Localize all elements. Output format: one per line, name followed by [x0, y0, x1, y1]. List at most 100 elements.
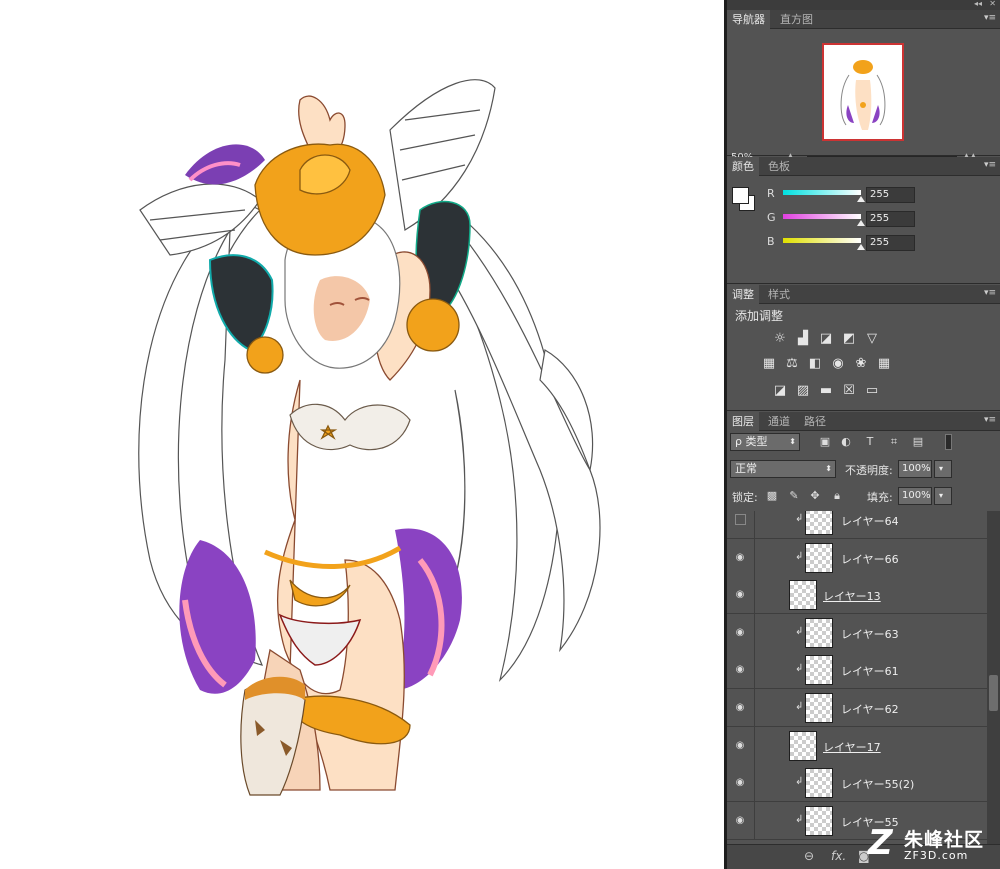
filter-toggle[interactable] — [945, 434, 952, 450]
eye-icon[interactable]: ◉ — [733, 739, 747, 753]
tab-styles[interactable]: 样式 — [763, 285, 795, 304]
panel-menu-icon[interactable]: ▾≡ — [984, 160, 996, 170]
tab-color[interactable]: 颜色 — [727, 157, 759, 176]
opacity-input[interactable]: 100% — [898, 460, 932, 478]
layer-name[interactable]: レイヤー66 — [841, 551, 899, 567]
panel-menu-icon[interactable]: ▾≡ — [984, 13, 996, 23]
layer-thumbnail[interactable] — [789, 730, 817, 761]
panel-menu-icon[interactable]: ▾≡ — [984, 415, 996, 425]
layer-row[interactable]: ◉ ↲ レイヤー63 — [727, 613, 987, 652]
filter-shape-icon[interactable]: ⌗ — [887, 435, 901, 449]
layer-name[interactable]: レイヤー64 — [841, 513, 899, 529]
tab-paths[interactable]: 路径 — [799, 412, 831, 431]
vibrance-icon[interactable]: ▽ — [863, 330, 881, 348]
channel-slider[interactable] — [783, 190, 861, 195]
channel-slider[interactable] — [783, 238, 861, 243]
layer-thumbnail[interactable] — [805, 693, 833, 723]
opacity-dropdown-button[interactable]: ▾ — [934, 460, 952, 478]
layer-row[interactable]: ◉ ↲ レイヤー66 — [727, 538, 987, 577]
color-lookup-icon[interactable]: ▦ — [875, 355, 893, 373]
channel-slider-knob[interactable] — [857, 220, 865, 226]
threshold-icon[interactable]: ▬ — [817, 382, 835, 400]
color-balance-icon[interactable]: ⚖ — [783, 355, 801, 373]
channel-slider-knob[interactable] — [857, 244, 865, 250]
selective-color-icon[interactable]: ☒ — [840, 382, 858, 400]
layer-row[interactable]: ◉ ↲ レイヤー62 — [727, 689, 987, 727]
eye-icon[interactable]: ◉ — [733, 701, 747, 715]
black-white-icon[interactable]: ◧ — [806, 355, 824, 373]
fill-dropdown-button[interactable]: ▾ — [934, 487, 952, 505]
layer-style-icon[interactable]: fx. — [831, 849, 846, 863]
channel-slider-knob[interactable] — [857, 196, 865, 202]
eye-icon[interactable] — [735, 514, 746, 525]
tab-histogram[interactable]: 直方图 — [775, 10, 818, 29]
tab-layers[interactable]: 图层 — [727, 412, 759, 431]
panel-menu-icon[interactable]: ▾≡ — [984, 288, 996, 298]
channel-value-input[interactable]: 255 — [866, 235, 915, 251]
tab-swatches[interactable]: 色板 — [763, 157, 795, 176]
filter-pixel-icon[interactable]: ▣ — [818, 435, 832, 449]
lock-position-icon[interactable]: ✥ — [808, 489, 822, 503]
collapse-icon[interactable]: ◂◂ — [974, 0, 982, 8]
channel-mixer-icon[interactable]: ❀ — [852, 355, 870, 373]
fill-input[interactable]: 100% — [898, 487, 932, 505]
layer-thumbnail[interactable] — [805, 805, 833, 836]
layer-row[interactable]: ◉ ↲ レイヤー61 — [727, 651, 987, 690]
blend-mode-select[interactable]: 正常 ⬍ — [730, 460, 836, 478]
filter-adjustment-icon[interactable]: ◐ — [839, 435, 853, 449]
navigator-thumbnail[interactable] — [822, 43, 904, 141]
layer-list: ↲ レイヤー64 ◉ ↲ レイヤー66 ◉ レイヤー13 ◉ ↲ レイヤー63 ◉ ↲ レイヤー61 ◉ ↲… — [727, 511, 987, 844]
tab-channels[interactable]: 通道 — [763, 412, 795, 431]
hue-saturation-icon[interactable]: ▦ — [760, 355, 778, 373]
close-icon[interactable]: ✕ — [989, 0, 996, 8]
layer-name[interactable]: レイヤー63 — [841, 626, 899, 642]
layer-filter-select[interactable]: ρ 类型 ⬍ — [730, 433, 800, 451]
channel-value-input[interactable]: 255 — [866, 187, 915, 203]
layer-thumbnail[interactable] — [805, 617, 833, 648]
lock-all-icon[interactable]: 🔒︎ — [830, 489, 844, 503]
channel-slider[interactable] — [783, 214, 861, 219]
eye-icon[interactable]: ◉ — [733, 663, 747, 677]
lock-transparency-icon[interactable]: ▩ — [765, 489, 779, 503]
tab-adjustments[interactable]: 调整 — [727, 285, 759, 304]
filter-type-icon[interactable]: T — [863, 435, 877, 449]
eye-icon[interactable]: ◉ — [733, 814, 747, 828]
layer-name[interactable]: レイヤー62 — [841, 701, 899, 717]
photo-filter-icon[interactable]: ◉ — [829, 355, 847, 373]
layer-list-scrollbar[interactable] — [987, 511, 1000, 844]
foreground-color-swatch[interactable] — [732, 187, 749, 204]
invert-icon[interactable]: ◪ — [771, 382, 789, 400]
lock-image-icon[interactable]: ✎ — [787, 489, 801, 503]
clipping-arrow-icon: ↲ — [795, 813, 804, 825]
levels-icon[interactable]: ▟ — [794, 330, 812, 348]
adjustments-tabbar: 调整 样式 ▾≡ — [727, 285, 1000, 304]
exposure-icon[interactable]: ◩ — [840, 330, 858, 348]
tab-navigator[interactable]: 导航器 — [727, 10, 770, 29]
layer-row[interactable]: ↲ レイヤー64 — [727, 511, 987, 539]
curves-icon[interactable]: ◪ — [817, 330, 835, 348]
layer-name[interactable]: レイヤー61 — [841, 663, 899, 679]
layer-thumbnail[interactable] — [805, 655, 833, 686]
layer-row[interactable]: ◉ レイヤー17 — [727, 726, 987, 765]
layer-name[interactable]: レイヤー13 — [823, 588, 881, 604]
layer-thumbnail[interactable] — [805, 542, 833, 573]
eye-icon[interactable]: ◉ — [733, 551, 747, 565]
layer-row[interactable]: ◉ ↲ レイヤー55(2) — [727, 764, 987, 803]
layer-row[interactable]: ◉ レイヤー13 — [727, 576, 987, 615]
channel-value-input[interactable]: 255 — [866, 211, 915, 227]
scrollbar-thumb[interactable] — [989, 675, 998, 711]
eye-icon[interactable]: ◉ — [733, 776, 747, 790]
filter-smart-object-icon[interactable]: ▤ — [911, 435, 925, 449]
eye-icon[interactable]: ◉ — [733, 626, 747, 640]
layer-name[interactable]: レイヤー17 — [823, 739, 881, 755]
brightness-contrast-icon[interactable]: ☼ — [771, 330, 789, 348]
posterize-icon[interactable]: ▨ — [794, 382, 812, 400]
gradient-map-icon[interactable]: ▭ — [863, 382, 881, 400]
layer-thumbnail[interactable] — [805, 768, 833, 799]
layer-thumbnail[interactable] — [805, 511, 833, 535]
link-layers-icon[interactable]: ⊖ — [804, 849, 814, 863]
layer-thumbnail[interactable] — [789, 580, 817, 611]
document-canvas[interactable] — [0, 0, 724, 869]
eye-icon[interactable]: ◉ — [733, 588, 747, 602]
layer-name[interactable]: レイヤー55(2) — [841, 776, 914, 792]
